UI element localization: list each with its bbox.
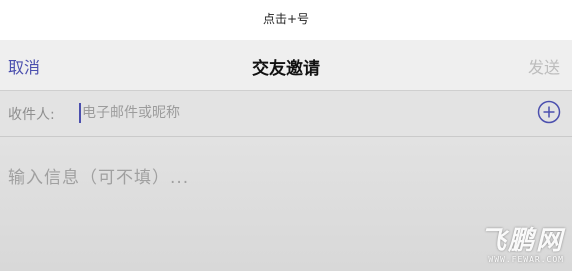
recipient-label: 收件人: bbox=[8, 107, 55, 123]
message-placeholder: 输入信息（可不填）... bbox=[8, 168, 190, 188]
navigation-bar: 取消 交友邀请 发送 bbox=[0, 40, 572, 91]
recipient-input[interactable] bbox=[82, 101, 502, 125]
plus-circle-icon[interactable] bbox=[537, 100, 561, 124]
recipient-row: 收件人: bbox=[0, 91, 572, 137]
text-cursor bbox=[79, 103, 81, 123]
watermark: 飞鹏网 WWW.FEWAR.COM bbox=[480, 227, 564, 265]
send-button[interactable]: 发送 bbox=[528, 54, 560, 78]
watermark-url: WWW.FEWAR.COM bbox=[488, 255, 564, 264]
friend-invite-screen: 取消 交友邀请 发送 收件人: 输入信息（可不填）... 飞鹏网 WWW.FEW… bbox=[0, 40, 572, 271]
instruction-caption: 点击+号 bbox=[262, 11, 310, 26]
page-title: 交友邀请 bbox=[252, 59, 320, 79]
watermark-logo: 飞鹏网 bbox=[479, 226, 564, 256]
